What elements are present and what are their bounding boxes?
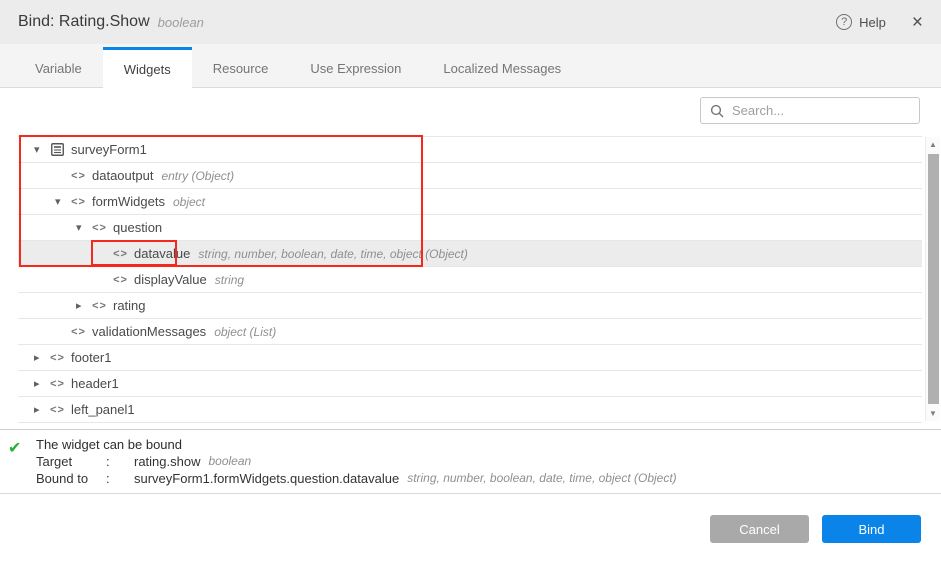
help-icon[interactable]: ? bbox=[836, 14, 852, 30]
code-brackets-icon: <> bbox=[50, 352, 65, 364]
tree-node-type: string bbox=[215, 273, 244, 287]
tab-resource[interactable]: Resource bbox=[192, 47, 290, 87]
dialog-header: Bind: Rating.Show boolean ? Help × bbox=[0, 0, 941, 44]
tree-row[interactable]: ▾ <> question bbox=[18, 215, 922, 241]
widget-tree: ▾ surveyForm1 <> dataoutput entry (Objec… bbox=[18, 136, 922, 423]
tree-expand-arrow[interactable]: ▸ bbox=[32, 377, 50, 390]
close-icon[interactable]: × bbox=[912, 13, 923, 32]
dialog-title: Bind: Rating.Show bbox=[18, 13, 150, 31]
tree-node-label: displayValue bbox=[134, 272, 207, 287]
tree-node-type: string, number, boolean, date, time, obj… bbox=[198, 247, 467, 261]
scroll-up-icon[interactable]: ▲ bbox=[926, 137, 941, 152]
tab-variable[interactable]: Variable bbox=[14, 47, 103, 87]
tree-expand-arrow[interactable]: ▸ bbox=[32, 403, 50, 416]
dialog-footer: Cancel Bind bbox=[0, 494, 941, 562]
tree-expand-arrow[interactable]: ▾ bbox=[32, 143, 50, 156]
target-colon: : bbox=[106, 453, 134, 470]
check-icon: ✔ bbox=[8, 438, 21, 458]
boundto-value: surveyForm1.formWidgets.question.dataval… bbox=[134, 470, 399, 487]
boundto-colon: : bbox=[106, 470, 134, 487]
tree-node-label: validationMessages bbox=[92, 324, 206, 339]
form-icon bbox=[50, 143, 65, 156]
code-brackets-icon: <> bbox=[71, 196, 86, 208]
tree-node-label: rating bbox=[113, 298, 146, 313]
tree-node-type: object bbox=[173, 195, 205, 209]
tree-expand-arrow[interactable]: ▾ bbox=[74, 221, 92, 234]
tree-node-label: surveyForm1 bbox=[71, 142, 147, 157]
status-message: The widget can be bound bbox=[36, 436, 941, 453]
scroll-down-icon[interactable]: ▼ bbox=[926, 406, 941, 421]
boundto-type: string, number, boolean, date, time, obj… bbox=[407, 470, 676, 487]
code-brackets-icon: <> bbox=[92, 222, 107, 234]
boundto-label: Bound to bbox=[36, 470, 106, 487]
code-brackets-icon: <> bbox=[113, 248, 128, 260]
code-brackets-icon: <> bbox=[71, 170, 86, 182]
help-link[interactable]: Help bbox=[859, 15, 886, 30]
tree-row[interactable]: <> validationMessages object (List) bbox=[18, 319, 922, 345]
tree-row[interactable]: <> displayValue string bbox=[18, 267, 922, 293]
target-type: boolean bbox=[208, 453, 251, 470]
tree-node-label: footer1 bbox=[71, 350, 111, 365]
status-boundto-row: Bound to : surveyForm1.formWidgets.quest… bbox=[36, 470, 941, 487]
tree-node-label: header1 bbox=[71, 376, 119, 391]
dialog-title-type: boolean bbox=[158, 15, 204, 30]
search-icon bbox=[710, 104, 724, 118]
tab-bar: Variable Widgets Resource Use Expression… bbox=[0, 44, 941, 88]
scrollbar-thumb[interactable] bbox=[928, 154, 939, 404]
tree-node-type: entry (Object) bbox=[161, 169, 234, 183]
code-brackets-icon: <> bbox=[50, 378, 65, 390]
tree-node-label: datavalue bbox=[134, 246, 190, 261]
tab-widgets[interactable]: Widgets bbox=[103, 47, 192, 88]
scrollbar[interactable]: ▲ ▼ bbox=[925, 137, 940, 421]
tree-node-label: dataoutput bbox=[92, 168, 153, 183]
tree-expand-arrow[interactable]: ▾ bbox=[53, 195, 71, 208]
search-input[interactable] bbox=[732, 103, 910, 118]
code-brackets-icon: <> bbox=[113, 274, 128, 286]
tree-node-type: object (List) bbox=[214, 325, 276, 339]
tree-row[interactable]: ▸ <> left_panel1 bbox=[18, 397, 922, 423]
tree-row[interactable]: <> dataoutput entry (Object) bbox=[18, 163, 922, 189]
tree-row[interactable]: ▸ <> header1 bbox=[18, 371, 922, 397]
tab-use-expression[interactable]: Use Expression bbox=[289, 47, 422, 87]
tree-node-label: left_panel1 bbox=[71, 402, 135, 417]
tree-row[interactable]: ▸ <> rating bbox=[18, 293, 922, 319]
tree-expand-arrow[interactable]: ▸ bbox=[74, 299, 92, 312]
tree-expand-arrow[interactable]: ▸ bbox=[32, 351, 50, 364]
code-brackets-icon: <> bbox=[71, 326, 86, 338]
tree-row[interactable]: <> datavalue string, number, boolean, da… bbox=[18, 241, 922, 267]
tree-row[interactable]: ▸ <> footer1 bbox=[18, 345, 922, 371]
bind-status: ✔ The widget can be bound Target : ratin… bbox=[0, 429, 941, 494]
tree-node-label: question bbox=[113, 220, 162, 235]
target-label: Target bbox=[36, 453, 106, 470]
target-value: rating.show bbox=[134, 453, 200, 470]
code-brackets-icon: <> bbox=[92, 300, 107, 312]
bind-button[interactable]: Bind bbox=[822, 515, 921, 543]
cancel-button[interactable]: Cancel bbox=[710, 515, 809, 543]
status-target-row: Target : rating.show boolean bbox=[36, 453, 941, 470]
code-brackets-icon: <> bbox=[50, 404, 65, 416]
tree-row[interactable]: ▾ <> formWidgets object bbox=[18, 189, 922, 215]
search-box bbox=[700, 97, 920, 124]
tab-localized-messages[interactable]: Localized Messages bbox=[422, 47, 582, 87]
bind-dialog: Bind: Rating.Show boolean ? Help × Varia… bbox=[0, 0, 941, 562]
tree-node-label: formWidgets bbox=[92, 194, 165, 209]
tree-row[interactable]: ▾ surveyForm1 bbox=[18, 137, 922, 163]
